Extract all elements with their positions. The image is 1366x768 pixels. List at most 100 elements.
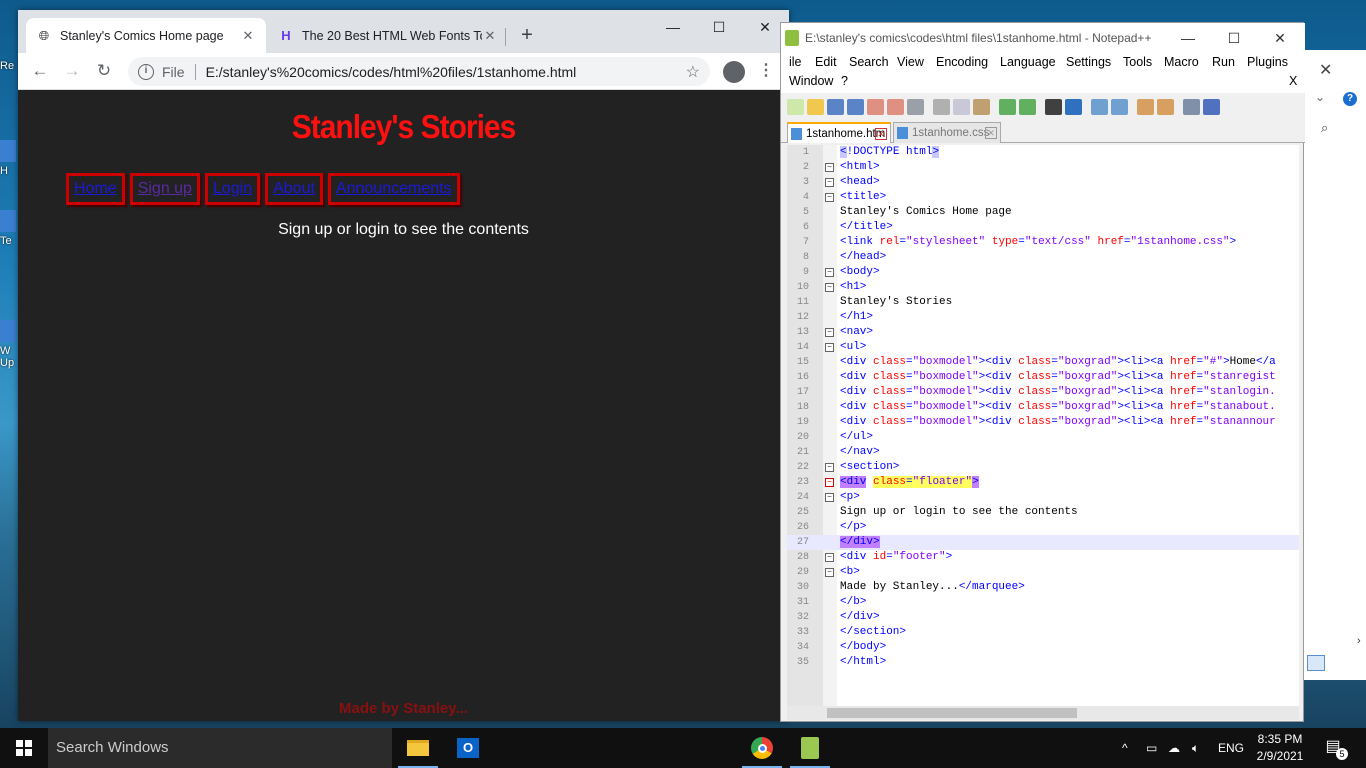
menu-view[interactable]: View [897, 55, 924, 69]
maximize-button[interactable]: ☐ [1211, 23, 1257, 53]
open-file-icon[interactable] [807, 99, 824, 115]
menu-window[interactable]: Window [789, 74, 833, 88]
profile-avatar-icon[interactable] [723, 61, 745, 83]
close-icon[interactable]: ✕ [1319, 60, 1332, 80]
more-menu-icon[interactable]: ⋮ [758, 59, 774, 83]
desktop-icon-w[interactable]: W Up [0, 320, 16, 369]
redo-icon[interactable] [1019, 99, 1036, 115]
fold-toggle-icon[interactable]: − [825, 463, 834, 472]
fold-toggle-icon[interactable]: − [825, 178, 834, 187]
menu-file[interactable]: ile [789, 55, 802, 69]
menu-search[interactable]: Search [849, 55, 889, 69]
reload-button[interactable]: ↻ [92, 59, 116, 83]
close-window-button[interactable]: ✕ [1257, 23, 1303, 53]
paste-icon[interactable] [973, 99, 990, 115]
close-all-icon[interactable] [887, 99, 904, 115]
close-doc-icon[interactable]: X [1289, 74, 1297, 88]
file-explorer-taskbar-icon[interactable] [394, 728, 442, 768]
fold-toggle-icon[interactable]: − [825, 283, 834, 292]
desktop-icon-te[interactable]: Te [0, 210, 16, 247]
menu-tools[interactable]: Tools [1123, 55, 1152, 69]
chrome-taskbar-icon[interactable] [738, 728, 786, 768]
outlook-taskbar-icon[interactable]: O [444, 728, 492, 768]
back-button[interactable]: ← [28, 59, 52, 83]
fold-toggle-icon[interactable]: − [825, 268, 834, 277]
desktop-icon-recycle[interactable]: Re [0, 60, 14, 72]
menu-settings[interactable]: Settings [1066, 55, 1111, 69]
maximize-button[interactable]: ☐ [696, 14, 742, 40]
close-tab-icon[interactable]: ✕ [240, 28, 256, 44]
nav-link-announcements[interactable]: Announcements [336, 180, 452, 197]
replace-icon[interactable] [1065, 99, 1082, 115]
close-icon[interactable] [867, 99, 884, 115]
menu-macro[interactable]: Macro [1164, 55, 1199, 69]
notepadpp-taskbar-icon[interactable] [786, 728, 834, 768]
save-all-icon[interactable] [847, 99, 864, 115]
system-clock[interactable]: 8:35 PM 2/9/2021 [1250, 731, 1310, 765]
find-icon[interactable] [1045, 99, 1062, 115]
speaker-icon[interactable]: 🔈︎ [1192, 728, 1199, 768]
word-wrap-icon[interactable] [1183, 99, 1200, 115]
search-icon[interactable]: ⌕ [1321, 120, 1328, 136]
tab-stanleys-comics[interactable]: 🌐︎ Stanley's Comics Home page ✕ [26, 18, 266, 53]
tab-html-web-fonts[interactable]: H The 20 Best HTML Web Fonts To ✕ [268, 18, 508, 53]
code-editor[interactable]: 1 <!DOCTYPE html> 2− <html> 3− <head> 4− <ti… [787, 145, 1299, 706]
fold-toggle-icon[interactable]: − [825, 163, 834, 172]
zoom-out-icon[interactable] [1111, 99, 1128, 115]
fold-toggle-icon[interactable]: − [825, 568, 834, 577]
taskbar-search[interactable]: Search Windows [48, 728, 392, 768]
network-icon[interactable]: ☁ [1168, 728, 1180, 768]
zoom-in-icon[interactable] [1091, 99, 1108, 115]
tab-1stanhome-css[interactable]: 1stanhome.css ✕ [893, 122, 1001, 143]
forward-button[interactable]: → [60, 59, 84, 83]
fold-toggle-icon[interactable]: − [825, 478, 834, 487]
menu-encoding[interactable]: Encoding [936, 55, 988, 69]
start-button[interactable] [0, 728, 48, 768]
fold-toggle-icon[interactable]: − [825, 493, 834, 502]
nav-link-login[interactable]: Login [213, 180, 252, 197]
sync-horizontal-icon[interactable] [1157, 99, 1174, 115]
tray-chevron-icon[interactable]: ^ [1122, 728, 1128, 768]
close-tab-icon[interactable]: ✕ [985, 127, 997, 139]
menu-plugins[interactable]: Plugins [1247, 55, 1288, 69]
language-indicator[interactable]: ENG [1218, 728, 1244, 768]
horizontal-scrollbar[interactable] [787, 706, 1299, 720]
battery-icon[interactable]: ▭ [1146, 728, 1157, 768]
cut-icon[interactable] [933, 99, 950, 115]
help-icon[interactable]: ? [1343, 92, 1357, 106]
desktop-icon-h[interactable]: H [0, 140, 16, 177]
fold-toggle-icon[interactable]: − [825, 328, 834, 337]
menu-help[interactable]: ? [841, 74, 848, 88]
scrollbar-thumb[interactable] [827, 708, 1077, 718]
menu-run[interactable]: Run [1212, 55, 1235, 69]
info-icon[interactable]: i [138, 63, 154, 80]
address-bar[interactable]: i File E:/stanley's%20comics/codes/html%… [128, 57, 710, 86]
minimize-button[interactable]: — [650, 14, 696, 40]
fold-toggle-icon[interactable]: − [825, 343, 834, 352]
nav-link-signup[interactable]: Sign up [138, 180, 192, 197]
close-tab-icon[interactable]: ✕ [875, 128, 887, 140]
tab-1stanhome-html[interactable]: 1stanhome.html ✕ [787, 122, 891, 143]
nav-link-home[interactable]: Home [74, 180, 117, 197]
undo-icon[interactable] [999, 99, 1016, 115]
save-icon[interactable] [827, 99, 844, 115]
url-text[interactable]: E:/stanley's%20comics/codes/html%20files… [206, 64, 686, 80]
sync-vertical-icon[interactable] [1137, 99, 1154, 115]
nav-link-about[interactable]: About [273, 180, 315, 197]
show-all-chars-icon[interactable] [1203, 99, 1220, 115]
copy-icon[interactable] [953, 99, 970, 115]
new-file-icon[interactable] [787, 99, 804, 115]
fold-toggle-icon[interactable]: − [825, 553, 834, 562]
chevron-down-icon[interactable]: ⌄ [1315, 90, 1325, 104]
chevron-right-icon[interactable]: › [1357, 635, 1361, 647]
bookmark-star-icon[interactable]: ☆ [686, 62, 700, 82]
fold-toggle-icon[interactable]: − [825, 193, 834, 202]
menu-language[interactable]: Language [1000, 55, 1056, 69]
print-icon[interactable] [907, 99, 924, 115]
menu-edit[interactable]: Edit [815, 55, 837, 69]
close-tab-icon[interactable]: ✕ [482, 28, 498, 44]
minimize-button[interactable]: — [1165, 23, 1211, 53]
view-details-icon[interactable] [1307, 655, 1325, 671]
notification-center-icon[interactable]: ▤ 5 [1318, 736, 1348, 760]
new-tab-button[interactable]: + [515, 24, 539, 48]
